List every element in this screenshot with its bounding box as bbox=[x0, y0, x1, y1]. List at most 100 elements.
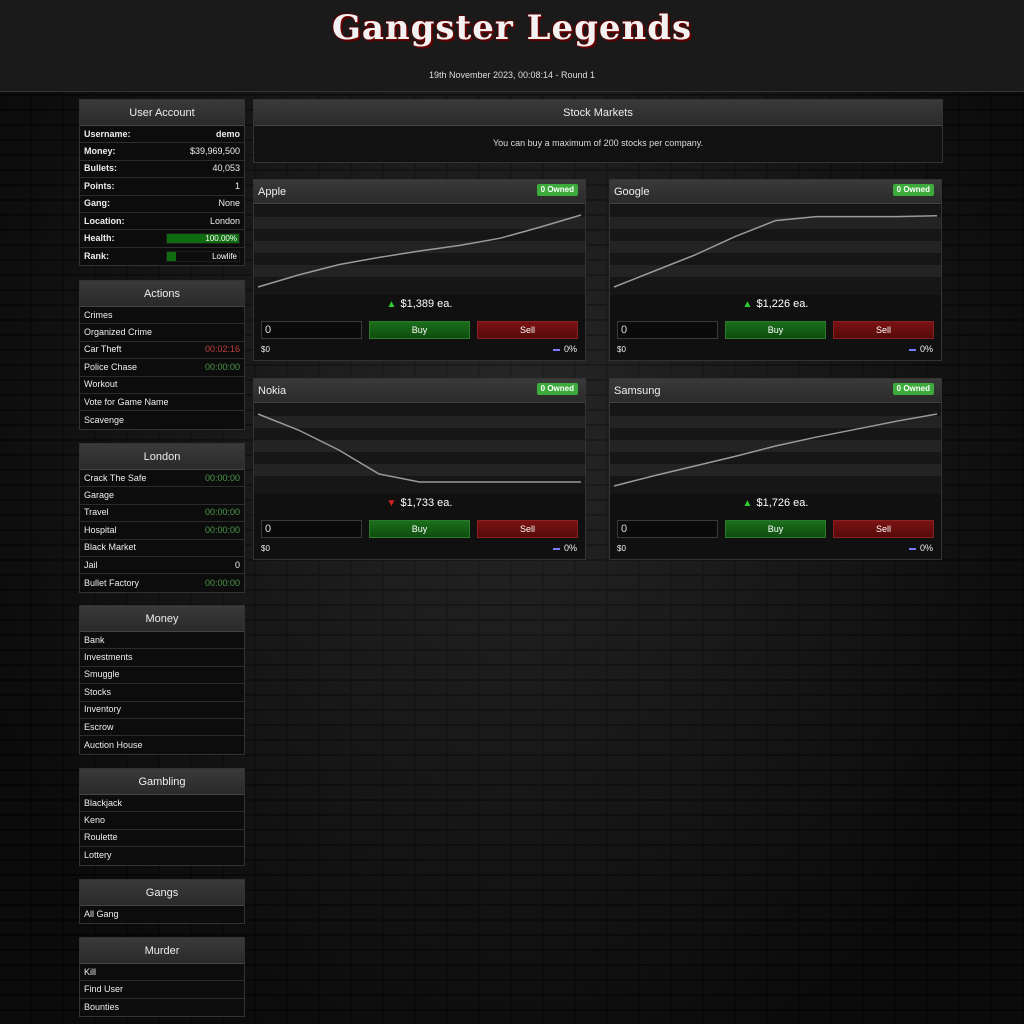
total-cost: $0 bbox=[617, 345, 626, 354]
rank-bar-fill bbox=[167, 251, 176, 261]
username-value[interactable]: demo bbox=[216, 126, 240, 143]
cooldown-timer: 00:00:00 bbox=[204, 472, 240, 483]
chart-band bbox=[610, 265, 941, 277]
menu-item-bullet-factory[interactable]: Bullet Factory 00:00:00 bbox=[80, 574, 244, 592]
price-change: 0% bbox=[908, 344, 933, 354]
menu-item-all-gang[interactable]: All Gang bbox=[80, 906, 244, 924]
money-row: Money: $39,969,500 bbox=[80, 143, 244, 161]
menu-item-travel[interactable]: Travel 00:00:00 bbox=[80, 504, 244, 523]
menu-item-lottery[interactable]: Lottery bbox=[80, 847, 244, 865]
sell-button[interactable]: Sell bbox=[477, 520, 578, 538]
chart-band bbox=[610, 241, 941, 253]
menu-item-label: Crimes bbox=[84, 309, 113, 320]
jail-count: 0 bbox=[234, 559, 240, 570]
menu-item-crimes[interactable]: Crimes bbox=[80, 307, 244, 325]
menu-item-label: Car Theft bbox=[84, 344, 122, 355]
sell-button[interactable]: Sell bbox=[477, 321, 578, 339]
stock-card-nokia: Nokia 0 Owned ▼$1,733 ea. Buy Sell $0 0% bbox=[253, 378, 586, 560]
panel-title: User Account bbox=[80, 100, 244, 126]
points-row: Points: 1 bbox=[80, 178, 244, 196]
location-value: London bbox=[209, 215, 240, 226]
menu-item-label: Roulette bbox=[84, 832, 118, 843]
menu-item-find-user[interactable]: Find User bbox=[80, 981, 244, 999]
panel-title: Gangs bbox=[80, 880, 244, 906]
menu-item-label: Lottery bbox=[84, 850, 112, 861]
menu-item-garage[interactable]: Garage bbox=[80, 487, 244, 505]
menu-item-blackjack[interactable]: Blackjack bbox=[80, 795, 244, 813]
server-date: 19th November 2023, 00:08:14 - Round 1 bbox=[428, 70, 596, 80]
stock-name: Apple bbox=[258, 186, 287, 198]
menu-item-police-chase[interactable]: Police Chase 00:00:00 bbox=[80, 359, 244, 377]
menu-item-smuggle[interactable]: Smuggle bbox=[80, 666, 244, 685]
menu-item-label: Crack The Safe bbox=[84, 472, 147, 483]
menu-item-escrow[interactable]: Escrow bbox=[80, 718, 244, 737]
rank-bar: Lowlife bbox=[166, 250, 240, 262]
stock-name: Nokia bbox=[258, 385, 287, 397]
quantity-input[interactable] bbox=[617, 321, 718, 339]
menu-item-inventory[interactable]: Inventory bbox=[80, 701, 244, 719]
stock-card-samsung: Samsung 0 Owned ▲$1,726 ea. Buy Sell $0 … bbox=[609, 378, 942, 560]
stock-limit-note: You can buy a maximum of 200 stocks per … bbox=[492, 138, 704, 148]
buy-button[interactable]: Buy bbox=[369, 321, 470, 339]
menu-item-bounties[interactable]: Bounties bbox=[80, 998, 244, 1017]
price-display: ▲ $1,389 ea. bbox=[254, 298, 585, 310]
menu-item-hospital[interactable]: Hospital 00:00:00 bbox=[80, 522, 244, 540]
stock-card-google: Google 0 Owned ▲$1,226 ea. Buy Sell $0 0… bbox=[609, 179, 942, 361]
menu-item-label: All Gang bbox=[84, 909, 119, 920]
buy-button[interactable]: Buy bbox=[725, 321, 826, 339]
menu-item-kill[interactable]: Kill bbox=[80, 964, 244, 982]
stock-price: $1,733 ea. bbox=[400, 497, 453, 509]
change-percent: 0% bbox=[919, 344, 933, 354]
menu-item-investments[interactable]: Investments bbox=[80, 649, 244, 667]
rank-label: Rank: bbox=[84, 250, 110, 261]
change-percent: 0% bbox=[563, 344, 577, 354]
menu-item-label: Auction House bbox=[84, 739, 143, 750]
menu-item-car-theft[interactable]: Car Theft 00:02:16 bbox=[80, 341, 244, 360]
menu-item-label: Stocks bbox=[84, 686, 112, 697]
menu-item-label: Find User bbox=[84, 984, 124, 995]
price-display: ▲ $1,226 ea. bbox=[610, 298, 941, 310]
menu-item-stocks[interactable]: Stocks bbox=[80, 684, 244, 702]
menu-item-workout[interactable]: Workout bbox=[80, 376, 244, 394]
stock-price: $1,726 ea. bbox=[756, 497, 809, 509]
menu-item-black-market[interactable]: Black Market bbox=[80, 539, 244, 557]
trend-up-icon: ▲ bbox=[742, 498, 753, 509]
menu-item-keno[interactable]: Keno bbox=[80, 812, 244, 830]
gang-value: None bbox=[218, 198, 240, 209]
menu-item-label: Bounties bbox=[84, 1001, 120, 1012]
points-label: Points: bbox=[84, 180, 115, 191]
rank-value: Lowlife bbox=[212, 251, 237, 261]
panel-title: London bbox=[80, 444, 244, 470]
menu-item-roulette[interactable]: Roulette bbox=[80, 829, 244, 848]
menu-item-crack-the-safe[interactable]: Crack The Safe 00:00:00 bbox=[80, 470, 244, 488]
trend-up-icon: ▲ bbox=[742, 299, 753, 310]
quantity-input[interactable] bbox=[617, 520, 718, 538]
gangs-panel: Gangs All Gang bbox=[79, 879, 245, 925]
buy-button[interactable]: Buy bbox=[369, 520, 470, 538]
health-row: Health: 100.00% bbox=[80, 230, 244, 248]
stock-card-header: Samsung 0 Owned bbox=[610, 379, 941, 403]
location-row: Location: London bbox=[80, 212, 244, 231]
menu-item-bank[interactable]: Bank bbox=[80, 632, 244, 650]
chart-band bbox=[254, 217, 585, 229]
sell-button[interactable]: Sell bbox=[833, 321, 934, 339]
menu-item-label: Police Chase bbox=[84, 361, 138, 372]
menu-item-vote[interactable]: Vote for Game Name bbox=[80, 393, 244, 412]
game-logo[interactable]: Gangster Legends bbox=[0, 8, 1024, 48]
quantity-input[interactable] bbox=[261, 520, 362, 538]
quantity-input[interactable] bbox=[261, 321, 362, 339]
sell-button[interactable]: Sell bbox=[833, 520, 934, 538]
menu-item-organized-crime[interactable]: Organized Crime bbox=[80, 324, 244, 342]
cooldown-timer: 00:00:00 bbox=[204, 577, 240, 588]
no-change-icon bbox=[552, 348, 560, 351]
menu-item-auction-house[interactable]: Auction House bbox=[80, 736, 244, 754]
username-label: Username: bbox=[84, 128, 131, 139]
stock-markets-panel: Stock Markets You can buy a maximum of 2… bbox=[253, 99, 943, 163]
health-label: Health: bbox=[84, 233, 115, 244]
owned-badge: 0 Owned bbox=[536, 184, 578, 196]
buy-button[interactable]: Buy bbox=[725, 520, 826, 538]
menu-item-scavenge[interactable]: Scavenge bbox=[80, 411, 244, 429]
bullets-row: Bullets: 40,053 bbox=[80, 160, 244, 179]
menu-item-jail[interactable]: Jail 0 bbox=[80, 556, 244, 575]
menu-item-label: Organized Crime bbox=[84, 327, 153, 338]
